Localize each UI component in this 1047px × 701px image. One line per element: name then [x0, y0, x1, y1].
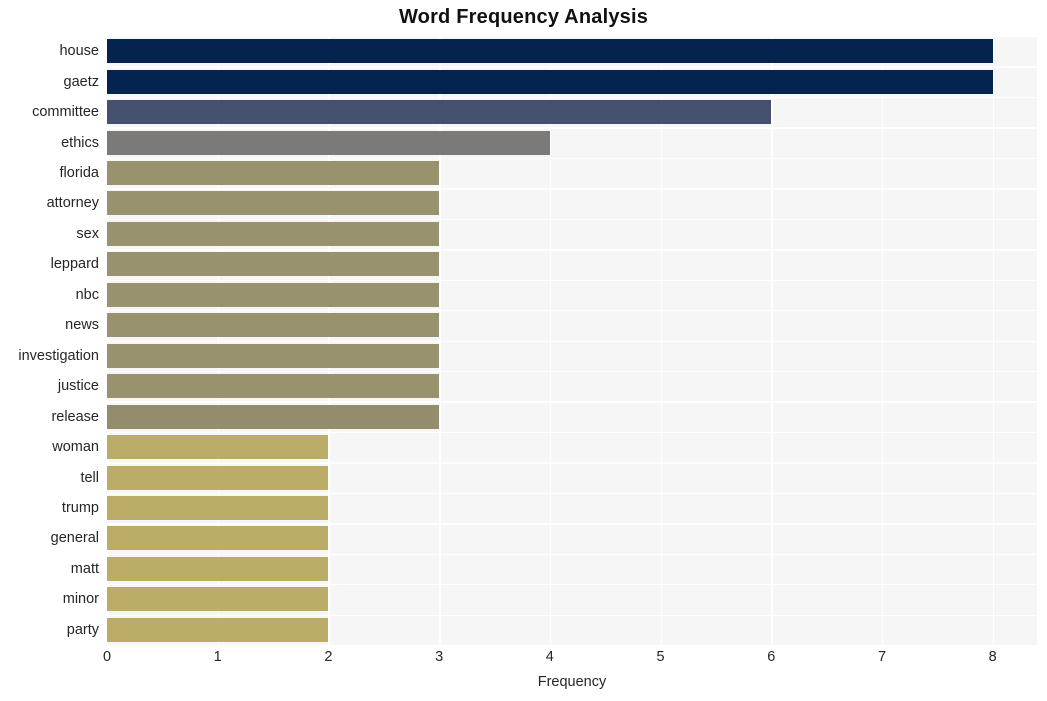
y-tick-label-minor: minor — [62, 591, 99, 608]
bar-leppard — [107, 252, 440, 277]
y-tick-label-matt: matt — [70, 560, 99, 577]
bar-tell — [107, 465, 329, 490]
bar-investigation — [107, 343, 440, 368]
chart-title: Word Frequency Analysis — [398, 6, 649, 28]
x-tick-label-3: 3 — [435, 649, 444, 665]
x-tick-label-4: 4 — [545, 649, 554, 665]
y-tick-label-trump: trump — [61, 499, 99, 516]
plot-area — [107, 36, 1037, 647]
bar-house — [107, 39, 993, 64]
bar-gaetz — [107, 69, 993, 94]
y-tick-label-attorney: attorney — [46, 195, 99, 212]
bar-matt — [107, 556, 329, 581]
bar-release — [107, 404, 440, 429]
word-frequency-chart: Word Frequency Analysis house gaetz commit… — [0, 0, 1047, 701]
y-axis-tick-labels: house gaetz committee ethics florida attorney… — [0, 36, 99, 645]
y-tick-label-investigation: investigation — [18, 347, 99, 364]
x-axis-label: Frequency — [537, 674, 607, 690]
gridline-horizontal — [107, 645, 1037, 647]
bar-trump — [107, 495, 329, 520]
bar-woman — [107, 435, 329, 460]
y-tick-label-tell: tell — [80, 469, 99, 486]
y-tick-label-nbc: nbc — [75, 286, 99, 303]
bar-party — [107, 617, 329, 642]
y-tick-label-florida: florida — [59, 165, 100, 182]
y-tick-label-committee: committee — [32, 104, 99, 121]
x-axis-tick-labels: 0 1 2 3 4 5 6 7 8 — [103, 649, 1037, 671]
y-tick-label-general: general — [50, 530, 99, 547]
y-tick-label-justice: justice — [57, 378, 99, 395]
bar-general — [107, 526, 329, 551]
bar-news — [107, 313, 440, 338]
y-tick-label-news: news — [65, 317, 99, 334]
x-tick-label-1: 1 — [213, 649, 222, 665]
bar-series — [107, 36, 1037, 645]
y-tick-label-sex: sex — [76, 225, 99, 242]
y-tick-label-release: release — [51, 408, 99, 425]
x-tick-label-7: 7 — [877, 649, 887, 665]
bar-ethics — [107, 130, 550, 155]
y-tick-label-party: party — [66, 621, 99, 638]
x-tick-label-2: 2 — [324, 649, 333, 665]
y-tick-label-leppard: leppard — [50, 256, 99, 273]
y-tick-label-woman: woman — [52, 439, 99, 456]
bar-justice — [107, 374, 440, 399]
x-tick-label-0: 0 — [102, 649, 112, 665]
bar-minor — [107, 587, 329, 612]
bar-nbc — [107, 282, 440, 307]
bar-committee — [107, 100, 772, 125]
y-tick-label-ethics: ethics — [61, 134, 99, 151]
bar-attorney — [107, 191, 440, 216]
x-tick-label-6: 6 — [767, 649, 776, 665]
x-tick-label-5: 5 — [656, 649, 665, 665]
bar-sex — [107, 221, 440, 246]
y-tick-label-house: house — [59, 43, 99, 60]
x-tick-label-8: 8 — [988, 649, 997, 665]
bar-florida — [107, 161, 440, 186]
y-tick-label-gaetz: gaetz — [63, 73, 99, 90]
